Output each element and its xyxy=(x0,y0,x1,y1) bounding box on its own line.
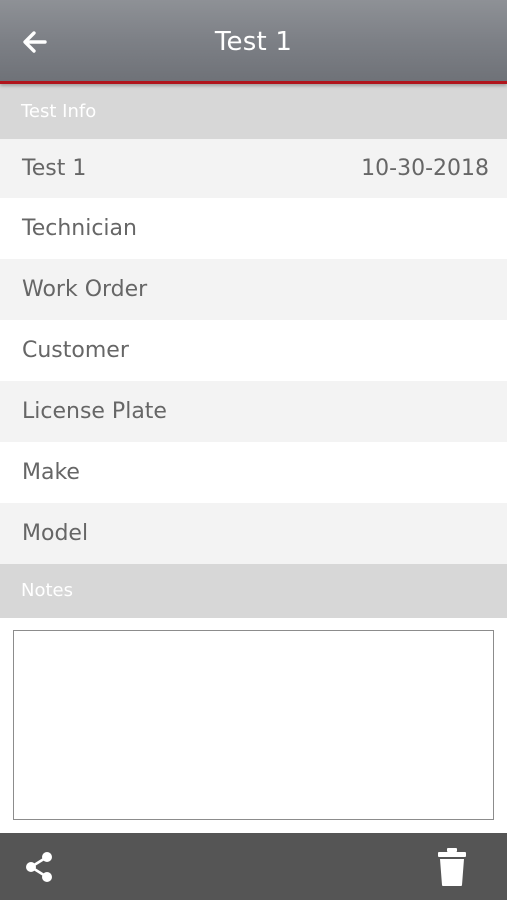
row-label: Model xyxy=(22,521,89,546)
row-label: License Plate xyxy=(22,399,167,424)
section-header-test-info: Test Info xyxy=(0,84,507,139)
top-app-bar: Test 1 xyxy=(0,0,507,84)
row-label: Technician xyxy=(22,216,137,241)
row-label: Make xyxy=(22,460,80,485)
test-date-value: 10-30-2018 xyxy=(361,156,489,181)
list-item-customer[interactable]: Customer xyxy=(0,320,507,381)
back-button[interactable] xyxy=(14,22,56,62)
list-item-model[interactable]: Model xyxy=(0,503,507,564)
list-item-license-plate[interactable]: License Plate xyxy=(0,381,507,442)
section-header-notes: Notes xyxy=(0,564,507,618)
share-button[interactable] xyxy=(18,847,60,887)
row-label: Work Order xyxy=(22,277,148,302)
arrow-left-icon xyxy=(23,31,47,53)
list-item-work-order[interactable]: Work Order xyxy=(0,259,507,320)
list-item-technician[interactable]: Technician xyxy=(0,198,507,259)
row-label: Test 1 xyxy=(22,156,87,181)
row-label: Customer xyxy=(22,338,129,363)
bottom-toolbar xyxy=(0,833,507,900)
trash-icon xyxy=(438,848,466,886)
share-icon xyxy=(26,852,52,882)
test-detail-screen: Test 1 Test Info Test 1 10-30-2018 Techn… xyxy=(0,0,507,900)
notes-textarea[interactable] xyxy=(13,630,494,820)
list-item-make[interactable]: Make xyxy=(0,442,507,503)
page-title: Test 1 xyxy=(214,27,293,57)
list-item-test-name[interactable]: Test 1 10-30-2018 xyxy=(0,139,507,198)
delete-button[interactable] xyxy=(430,845,474,889)
